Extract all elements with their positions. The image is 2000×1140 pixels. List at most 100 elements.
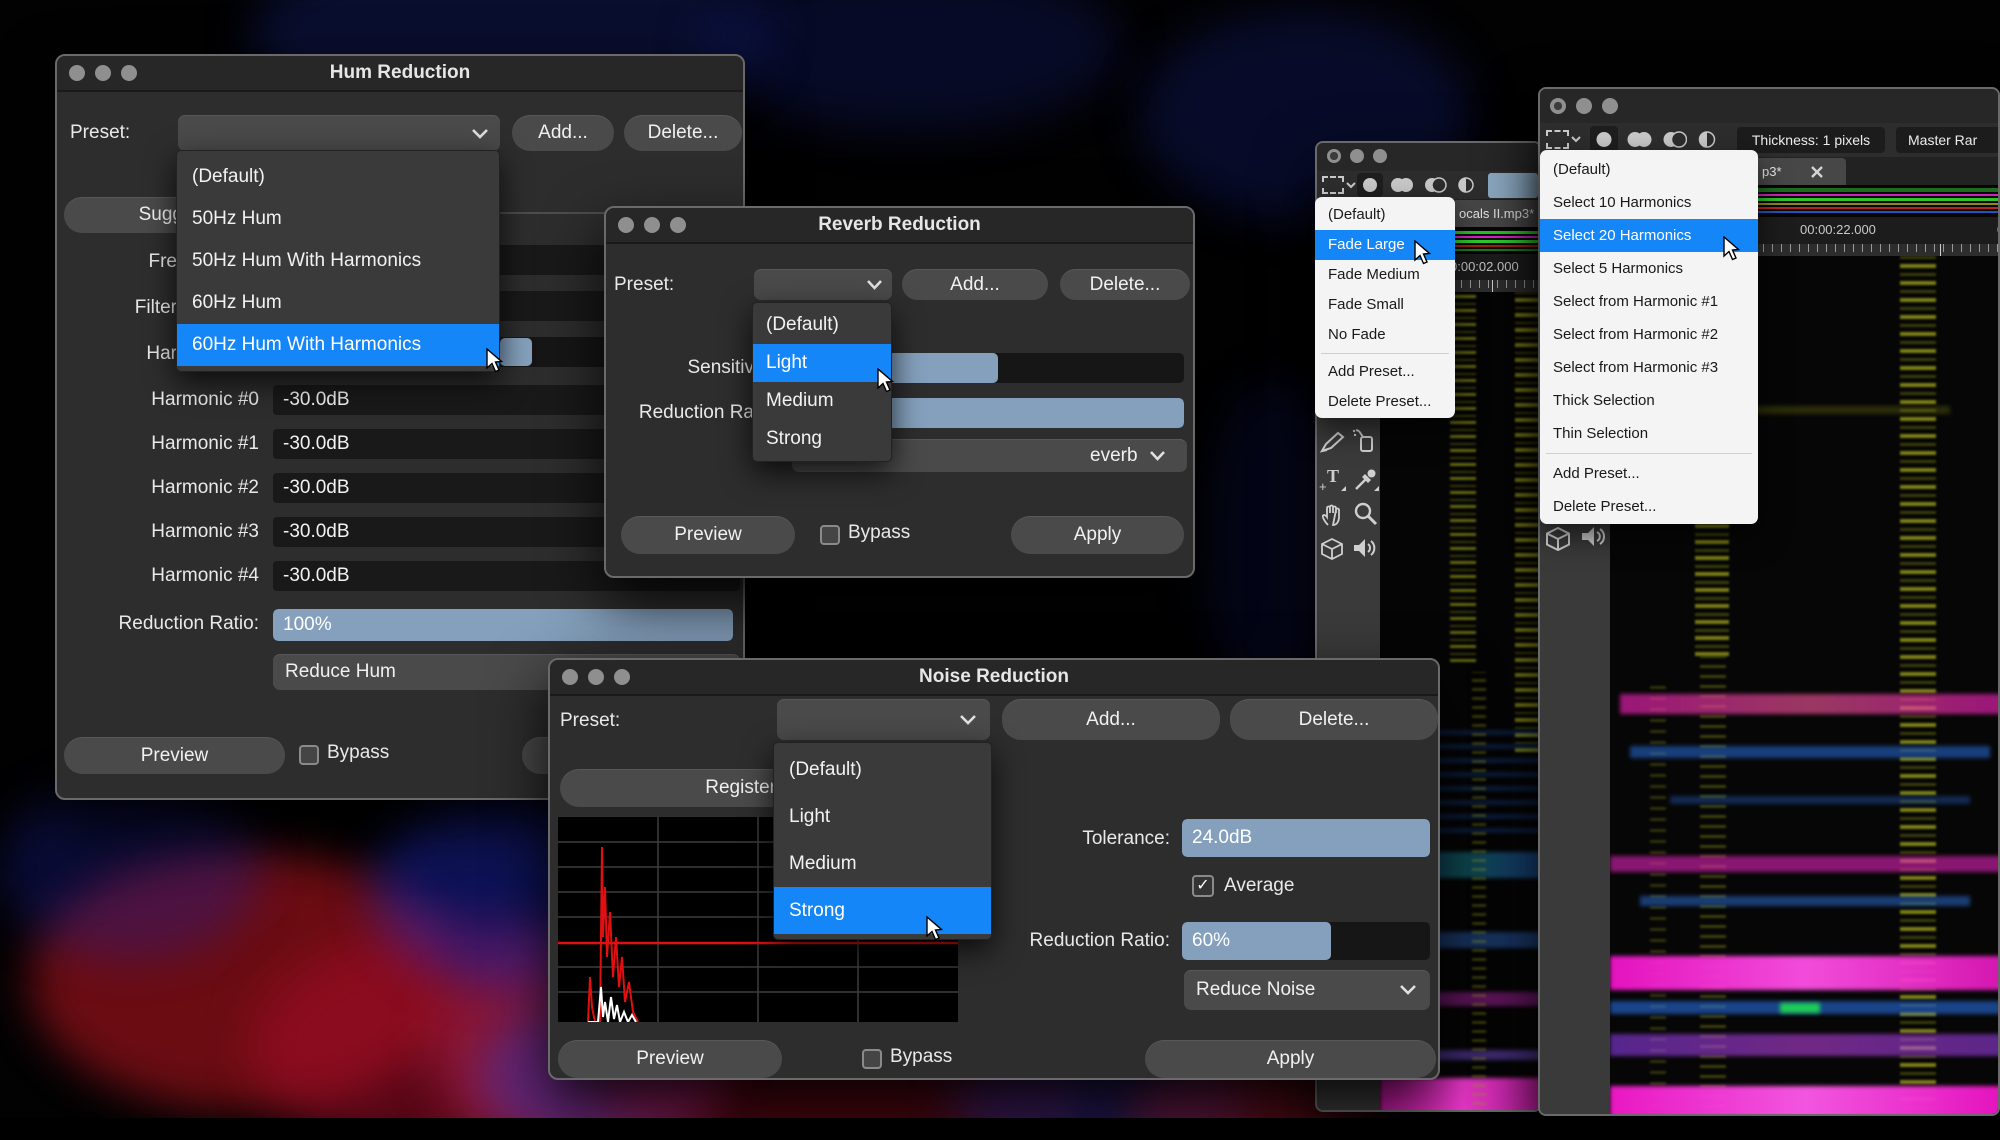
menu-item[interactable]: Fade Small <box>1315 290 1455 320</box>
menu-item[interactable]: Light <box>774 793 991 840</box>
selection-mode-subtract-icon[interactable] <box>1660 130 1687 149</box>
bypass-checkbox[interactable] <box>299 745 319 765</box>
add-preset-button[interactable]: Add... <box>512 115 614 151</box>
reduction-ratio-slider[interactable]: 60% <box>1182 922 1430 960</box>
reduction-ratio-slider[interactable]: 100% <box>273 609 733 641</box>
selection-mode-new-icon[interactable] <box>1594 130 1614 149</box>
selection-mode-intersect-icon[interactable] <box>1694 130 1721 149</box>
chevron-down-icon <box>472 129 488 139</box>
selection-toolbar <box>1317 171 1540 200</box>
menu-item-highlighted[interactable]: Strong <box>774 887 991 934</box>
zoom-window-icon[interactable] <box>1602 98 1618 114</box>
average-checkbox[interactable]: ✓ <box>1192 875 1214 897</box>
bypass-checkbox[interactable] <box>820 525 840 545</box>
chevron-down-icon <box>960 715 976 725</box>
zoom-window-icon[interactable] <box>1373 149 1387 163</box>
preset-select[interactable] <box>777 699 990 740</box>
menu-separator <box>1546 453 1752 454</box>
titlebar[interactable]: Noise Reduction <box>550 660 1438 696</box>
zoom-tool-icon[interactable] <box>1352 501 1380 529</box>
delete-preset-button[interactable]: Delete... <box>1230 699 1438 740</box>
tab-close-icon[interactable] <box>1810 165 1824 179</box>
menu-item[interactable]: Select from Harmonic #3 <box>1540 351 1758 384</box>
marquee-selection-icon[interactable] <box>1322 176 1344 194</box>
minimize-icon[interactable] <box>1576 98 1592 114</box>
spray-tool-icon[interactable] <box>1352 427 1378 455</box>
apply-button[interactable]: Apply <box>1011 516 1184 554</box>
tolerance-slider[interactable]: 24.0dB <box>1182 819 1430 857</box>
marquee-selection-icon[interactable] <box>1546 130 1569 149</box>
preset-label: Preset: <box>70 122 131 143</box>
preview-button[interactable]: Preview <box>621 516 795 554</box>
titlebar[interactable]: Reverb Reduction <box>606 208 1193 244</box>
menu-item[interactable]: Select from Harmonic #2 <box>1540 318 1758 351</box>
selection-mode-add-icon[interactable] <box>1626 130 1653 149</box>
add-preset-button[interactable]: Add... <box>1002 699 1220 740</box>
action-select[interactable]: Reduce Noise <box>1184 970 1430 1010</box>
menu-item[interactable]: (Default) <box>177 156 499 198</box>
selection-mode-new-icon[interactable] <box>1360 176 1380 194</box>
apply-button[interactable]: Apply <box>1145 1040 1436 1078</box>
menu-item[interactable]: Medium <box>774 840 991 887</box>
eyedropper-tool-icon[interactable] <box>1352 465 1380 493</box>
text-tool-icon[interactable]: T+ <box>1319 465 1347 493</box>
menu-item[interactable]: 50Hz Hum <box>177 198 499 240</box>
cube-tool-icon[interactable] <box>1544 525 1574 553</box>
speaker-tool-icon[interactable] <box>1352 536 1380 562</box>
preset-label: Preset: <box>560 710 621 731</box>
chevron-down-icon[interactable] <box>1571 136 1581 143</box>
mouse-cursor <box>486 348 504 373</box>
titlebar[interactable] <box>1540 89 1998 125</box>
menu-item[interactable]: Medium <box>753 382 891 420</box>
close-icon[interactable] <box>1550 98 1566 114</box>
selection-mode-subtract-icon[interactable] <box>1421 176 1447 194</box>
bypass-checkbox[interactable] <box>862 1049 882 1069</box>
delete-preset-button[interactable]: Delete... <box>624 115 742 151</box>
preview-button[interactable]: Preview <box>558 1040 782 1078</box>
menu-item[interactable]: Strong <box>753 420 891 458</box>
titlebar[interactable]: Hum Reduction <box>57 56 743 92</box>
preset-select[interactable] <box>178 115 500 151</box>
add-preset-button[interactable]: Add... <box>902 269 1048 300</box>
master-range-setting[interactable]: Master Rar <box>1896 127 1998 153</box>
selection-mode-add-icon[interactable] <box>1389 176 1415 194</box>
menu-item[interactable]: (Default) <box>774 746 991 793</box>
menu-item[interactable]: Delete Preset... <box>1540 490 1758 523</box>
selection-mode-intersect-icon[interactable] <box>1453 176 1479 194</box>
menu-item-highlighted[interactable]: 60Hz Hum With Harmonics <box>177 324 499 366</box>
mouse-cursor <box>926 916 944 941</box>
frequency-label: Fre <box>148 251 178 272</box>
harmonics-label: Har <box>146 343 177 364</box>
menu-item[interactable]: (Default) <box>753 306 891 344</box>
tab-audio-file[interactable]: ocals II.mp3* <box>1453 200 1540 227</box>
chevron-down-icon <box>1150 451 1165 461</box>
menu-item[interactable]: No Fade <box>1315 320 1455 350</box>
titlebar[interactable] <box>1317 143 1540 173</box>
speaker-tool-icon[interactable] <box>1580 523 1610 551</box>
menu-item[interactable]: (Default) <box>1540 153 1758 186</box>
menu-item[interactable]: (Default) <box>1315 200 1455 230</box>
menu-item[interactable]: Delete Preset... <box>1315 387 1455 417</box>
menu-item[interactable]: Add Preset... <box>1540 457 1758 490</box>
harmonic-2-label: Harmonic #2 <box>151 477 259 498</box>
preview-button[interactable]: Preview <box>64 737 285 774</box>
menu-item[interactable]: Add Preset... <box>1315 357 1455 387</box>
preset-select[interactable] <box>754 269 892 300</box>
toolbar-value-box[interactable] <box>1488 173 1538 198</box>
hand-tool-icon[interactable] <box>1319 500 1347 528</box>
chevron-down-icon[interactable] <box>1346 182 1356 189</box>
cube-tool-icon[interactable] <box>1319 536 1347 564</box>
window-title: Noise Reduction <box>919 666 1069 687</box>
menu-item[interactable]: 50Hz Hum With Harmonics <box>177 240 499 282</box>
menu-item[interactable]: Thick Selection <box>1540 384 1758 417</box>
thickness-setting[interactable]: Thickness: 1 pixels <box>1737 127 1885 153</box>
close-icon[interactable] <box>1327 149 1341 163</box>
menu-item[interactable]: Thin Selection <box>1540 417 1758 450</box>
pencil-tool-icon[interactable] <box>1319 429 1347 455</box>
menu-item[interactable]: Select 10 Harmonics <box>1540 186 1758 219</box>
menu-item-highlighted[interactable]: Light <box>753 344 891 382</box>
menu-item[interactable]: 60Hz Hum <box>177 282 499 324</box>
minimize-icon[interactable] <box>1350 149 1364 163</box>
delete-preset-button[interactable]: Delete... <box>1060 269 1190 300</box>
menu-item[interactable]: Select from Harmonic #1 <box>1540 285 1758 318</box>
